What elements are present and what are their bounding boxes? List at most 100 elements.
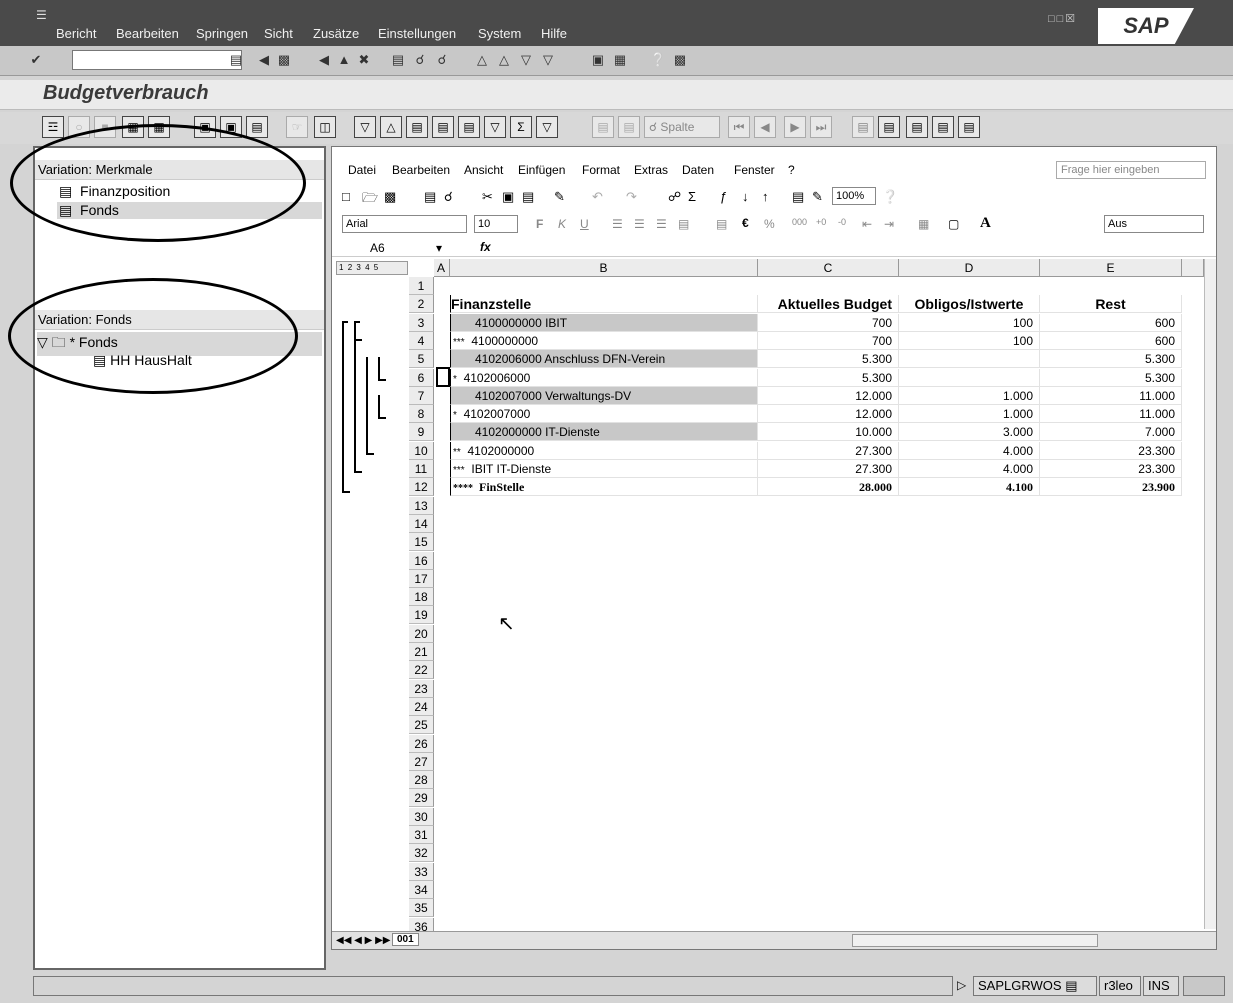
row-number[interactable]: 5 [409, 350, 434, 369]
find-next-icon[interactable]: ☌ [434, 52, 450, 68]
row-number[interactable]: 22 [409, 661, 434, 680]
excel-menu-extras[interactable]: Extras [634, 163, 668, 177]
row-number[interactable]: 29 [409, 789, 434, 808]
first-col-icon[interactable]: ⏮ [728, 116, 750, 138]
cell-obligo[interactable]: 1.000 [899, 386, 1040, 405]
euro-icon[interactable]: € [742, 216, 749, 230]
cell-budget[interactable]: 10.000 [758, 423, 899, 442]
sheet-tab-001[interactable]: 001 [392, 933, 419, 946]
row-number[interactable]: 25 [409, 716, 434, 735]
cell-budget[interactable]: 700 [758, 313, 899, 332]
merge-icon[interactable]: ▤ [678, 217, 689, 231]
row-number[interactable]: 33 [409, 862, 434, 881]
currency-icon[interactable]: ▤ [716, 217, 727, 231]
resize-grip[interactable] [1183, 976, 1225, 996]
cell-budget[interactable]: 5.300 [758, 368, 899, 387]
save-file-icon[interactable]: ▩ [384, 189, 396, 205]
next-page-icon[interactable]: ▽ [518, 52, 534, 68]
new-session-icon[interactable]: ▣ [590, 52, 606, 68]
grid2-icon[interactable]: ▦ [148, 116, 170, 138]
hierarchy3-icon[interactable]: ▤ [906, 116, 928, 138]
row-number[interactable]: 34 [409, 880, 434, 899]
hierarchy2-icon[interactable]: ▤ [878, 116, 900, 138]
cell-obligo[interactable] [899, 350, 1040, 369]
cell-obligo[interactable]: 4.100 [899, 478, 1040, 497]
cell-rest[interactable]: 600 [1040, 313, 1182, 332]
open-file-icon[interactable]: 🗁 [362, 189, 378, 211]
name-box-dropdown-icon[interactable]: ▾ [436, 241, 442, 255]
row-number[interactable]: 12 [409, 478, 434, 497]
exit-icon[interactable]: ▲ [336, 52, 352, 68]
last-col-icon[interactable]: ⏭ [810, 116, 832, 138]
sort-asc-icon[interactable]: ↓ [742, 189, 749, 204]
overview-icon[interactable]: ■ [94, 116, 116, 138]
cell-budget[interactable]: 5.300 [758, 350, 899, 369]
cell-finanzstelle[interactable]: * 4102007000 [450, 405, 758, 424]
cell-finanzstelle[interactable]: **** FinStelle [450, 478, 758, 497]
excel-menu-datei[interactable]: Datei [348, 163, 376, 177]
decrease-decimal-icon[interactable]: -0 [838, 217, 846, 227]
hyperlink-icon[interactable]: ☍ [668, 189, 681, 205]
excel-menu-daten[interactable]: Daten [682, 163, 714, 177]
cell-budget[interactable]: 27.300 [758, 460, 899, 478]
row-number[interactable]: 28 [409, 771, 434, 790]
collapse-icon[interactable]: △ [380, 116, 402, 138]
borders-icon[interactable]: ▦ [918, 217, 929, 231]
row-number[interactable]: 27 [409, 752, 434, 771]
row-number[interactable]: 2 [409, 295, 434, 314]
cell-budget[interactable]: 12.000 [758, 405, 899, 424]
excel-menu-ansicht[interactable]: Ansicht [464, 163, 503, 177]
cell-rest[interactable]: 23.300 [1040, 441, 1182, 460]
print-file-icon[interactable]: ▤ [424, 189, 436, 205]
horizontal-scrollbar[interactable] [852, 934, 1098, 947]
prev-col-icon[interactable]: ◀ [754, 116, 776, 138]
table-icon[interactable]: ▤ [246, 116, 268, 138]
cell-finanzstelle[interactable]: *** 4100000000 [450, 331, 758, 350]
row-number[interactable]: 35 [409, 899, 434, 918]
row-number[interactable]: 9 [409, 423, 434, 442]
row-number[interactable]: 1 [409, 277, 434, 295]
align-right-icon[interactable]: ☰ [656, 217, 667, 231]
cell-obligo[interactable]: 100 [899, 331, 1040, 350]
hierarchy-icon[interactable]: ▤ [852, 116, 874, 138]
menu-hilfe[interactable]: Hilfe [541, 26, 567, 41]
row-number[interactable]: 18 [409, 588, 434, 607]
cell-rest[interactable]: 7.000 [1040, 423, 1182, 442]
cell-finanzstelle[interactable]: * 4102006000 [450, 368, 758, 387]
new-file-icon[interactable]: □ [342, 189, 350, 204]
navigation-icon[interactable]: ○ [68, 116, 90, 138]
align-left-icon[interactable]: ☰ [612, 217, 623, 231]
outline-level-1[interactable]: 1 [339, 263, 344, 272]
back-arrow-icon[interactable]: ◀ [256, 52, 272, 68]
hierarchy5-icon[interactable]: ▤ [958, 116, 980, 138]
cell-budget[interactable]: 28.000 [758, 478, 899, 497]
cell-obligo[interactable]: 3.000 [899, 423, 1040, 442]
excel-menu-fenster[interactable]: Fenster [734, 163, 775, 177]
menu-zusaetze[interactable]: Zusätze [313, 26, 359, 41]
row-number[interactable]: 7 [409, 386, 434, 405]
row-number[interactable]: 3 [409, 313, 434, 332]
paste-icon[interactable]: ▣ [220, 116, 242, 138]
next-col-icon[interactable]: ▶ [784, 116, 806, 138]
row-number[interactable]: 16 [409, 551, 434, 570]
menu-bericht[interactable]: Bericht [56, 26, 96, 41]
outdent-icon[interactable]: ⇤ [862, 217, 872, 231]
cell-rest[interactable]: 600 [1040, 331, 1182, 350]
sum-icon[interactable]: Σ [510, 116, 532, 138]
cell-obligo[interactable] [899, 368, 1040, 387]
filter-icon[interactable]: ▽ [484, 116, 506, 138]
tree-item-fonds[interactable]: ▤ Fonds [57, 202, 322, 219]
funnel-icon[interactable]: ▽ [536, 116, 558, 138]
header-rest[interactable]: Rest [1040, 295, 1182, 314]
save-icon[interactable]: ▩ [276, 52, 292, 68]
help-question-input[interactable]: Frage hier eingeben [1056, 161, 1206, 179]
outline-level-5[interactable]: 5 [374, 263, 379, 272]
vertical-scrollbar[interactable] [1204, 259, 1216, 929]
cell-finanzstelle[interactable]: *** IBIT IT-Dienste [450, 460, 758, 478]
delete-icon[interactable]: ▤ [432, 116, 454, 138]
disabled-a-icon[interactable]: ▤ [592, 116, 614, 138]
row-number[interactable]: 24 [409, 697, 434, 716]
drawing-icon[interactable]: ✎ [812, 189, 823, 205]
autosum-icon[interactable]: Σ [688, 189, 696, 204]
row-number[interactable]: 30 [409, 807, 434, 826]
